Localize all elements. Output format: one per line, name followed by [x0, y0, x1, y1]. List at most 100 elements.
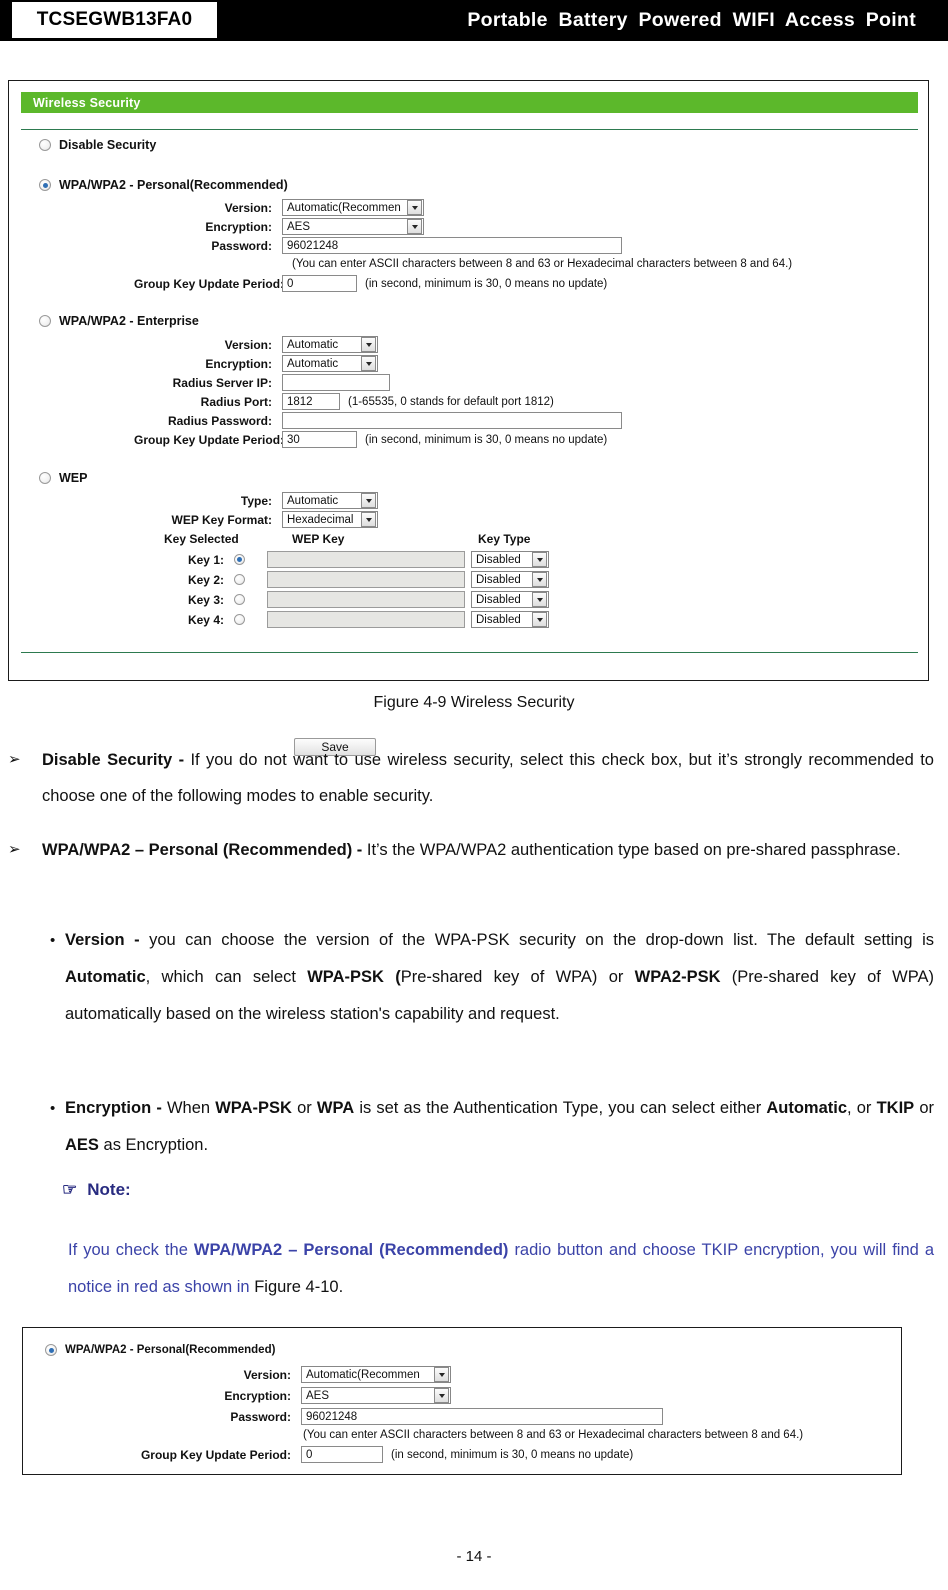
label-wep-key-4: Key 4:	[187, 612, 224, 627]
radio-group-wpa-personal[interactable]: WPA/WPA2 - Personal(Recommended)	[39, 178, 288, 192]
select-personal-encryption[interactable]: AES	[282, 218, 424, 235]
input-wep-key-4[interactable]	[267, 611, 465, 628]
radio-disable-security-icon[interactable]	[39, 139, 51, 151]
bold-automatic: Automatic	[65, 968, 146, 986]
text-wpa-personal: It’s the WPA/WPA2 authentication type ba…	[366, 841, 901, 859]
radio-disable-security-label: Disable Security	[59, 138, 157, 152]
radio-group-wep[interactable]: WEP	[39, 471, 87, 485]
dot-bullet-icon-1: •	[50, 932, 56, 949]
input-personal-gkup[interactable]: 0	[282, 275, 357, 292]
table-row: Key 2: Disabled	[134, 571, 549, 588]
select-wep-key-2-type[interactable]: Disabled	[471, 571, 549, 588]
input-wep-key-1[interactable]	[267, 551, 465, 568]
radio-wpa-enterprise-icon[interactable]	[39, 315, 51, 327]
radio-wep-key-4-icon[interactable]	[234, 614, 245, 625]
row-wep-key-format: WEP Key Format: Hexadecimal	[134, 511, 378, 528]
select-fig2-version-value: Automatic(Recommen	[306, 1368, 420, 1381]
label-wep-key-format: WEP Key Format:	[171, 512, 272, 527]
row-personal-encryption: Encryption: AES	[134, 218, 424, 235]
label-fig2-gkup: Group Key Update Period:	[140, 1447, 291, 1462]
select-wep-key-1-type[interactable]: Disabled	[471, 551, 549, 568]
input-personal-password[interactable]: 96021248	[282, 237, 622, 254]
select-wep-key-4-type[interactable]: Disabled	[471, 611, 549, 628]
label-wep-key-1: Key 1:	[187, 552, 224, 567]
text-encryption-b: or	[291, 1099, 317, 1117]
select-fig2-version[interactable]: Automatic(Recommen	[301, 1366, 451, 1383]
radio-wep-key-1-icon[interactable]	[234, 554, 245, 565]
select-enterprise-encryption[interactable]: Automatic	[282, 355, 378, 372]
row-fig2-encryption: Encryption: AES	[123, 1387, 451, 1404]
select-enterprise-version[interactable]: Automatic	[282, 336, 378, 353]
row-enterprise-version: Version: Automatic	[134, 336, 378, 353]
select-wep-key-format[interactable]: Hexadecimal	[282, 511, 378, 528]
text-encryption-f: as Encryption.	[98, 1136, 209, 1154]
input-fig2-password[interactable]: 96021248	[301, 1408, 663, 1425]
chevron-down-icon[interactable]	[532, 612, 547, 627]
chevron-down-icon[interactable]	[361, 337, 376, 352]
row-enterprise-encryption: Encryption: Automatic	[134, 355, 378, 372]
chevron-down-icon[interactable]	[434, 1367, 449, 1382]
label-wep-key-3: Key 3:	[187, 592, 224, 607]
input-enterprise-radius-password[interactable]	[282, 412, 622, 429]
label-enterprise-radius-port: Radius Port:	[200, 394, 272, 409]
input-enterprise-radius-port[interactable]: 1812	[282, 393, 340, 410]
bold-aes: AES	[65, 1136, 99, 1154]
radio-wep-key-3-icon[interactable]	[234, 594, 245, 605]
table-row: Key 1: Disabled	[134, 551, 549, 568]
chevron-down-icon[interactable]	[407, 200, 422, 215]
radio-group-disable-security[interactable]: Disable Security	[39, 138, 156, 152]
chevron-down-icon[interactable]	[407, 219, 422, 234]
radio-wep-key-2-icon[interactable]	[234, 574, 245, 585]
radio-wpa-personal-icon[interactable]	[39, 179, 51, 191]
input-enterprise-gkup[interactable]: 30	[282, 431, 357, 448]
text-version-c: Pre-shared key of WPA) or	[400, 968, 635, 986]
row-wep-type: Type: Automatic	[134, 492, 378, 509]
chevron-down-icon[interactable]	[361, 512, 376, 527]
bold-wpa2-psk: WPA2-PSK	[634, 968, 721, 986]
table-row: Key 4: Disabled	[134, 611, 549, 628]
label-enterprise-radius-ip: Radius Server IP:	[172, 375, 272, 390]
chevron-down-icon[interactable]	[532, 592, 547, 607]
radio-group-wpa-enterprise[interactable]: WPA/WPA2 - Enterprise	[39, 314, 199, 328]
select-wep-key-1-type-value: Disabled	[476, 553, 521, 566]
label-personal-password: Password:	[211, 238, 272, 253]
panel-title-bar: Wireless Security	[21, 92, 918, 113]
input-wep-key-3[interactable]	[267, 591, 465, 608]
select-wep-key-3-type[interactable]: Disabled	[471, 591, 549, 608]
select-fig2-encryption[interactable]: AES	[301, 1387, 451, 1404]
note-label: Note:	[87, 1180, 131, 1199]
term-encryption: Encryption -	[65, 1099, 167, 1117]
label-personal-gkup: Group Key Update Period:	[134, 276, 285, 291]
row-enterprise-radius-password: Radius Password:	[134, 412, 622, 429]
chevron-down-icon[interactable]	[361, 493, 376, 508]
chevron-down-icon[interactable]	[361, 356, 376, 371]
chevron-down-icon[interactable]	[532, 552, 547, 567]
chevron-down-icon[interactable]	[532, 572, 547, 587]
row-fig2-password: Password: 96021248	[123, 1408, 663, 1425]
chevron-down-icon[interactable]	[434, 1388, 449, 1403]
select-personal-version[interactable]: Automatic(Recommen	[282, 199, 424, 216]
header-model-badge: TCSEGWB13FA0	[12, 2, 217, 38]
select-enterprise-version-value: Automatic	[287, 338, 339, 351]
select-wep-type[interactable]: Automatic	[282, 492, 378, 509]
label-fig2-password: Password:	[230, 1409, 291, 1424]
text-version-b: , which can select	[145, 968, 308, 986]
input-wep-key-2[interactable]	[267, 571, 465, 588]
radio-group-wpa-personal-fig2[interactable]: WPA/WPA2 - Personal(Recommended)	[45, 1344, 275, 1356]
select-wep-key-format-value: Hexadecimal	[287, 513, 354, 526]
text-version-a: you can choose the version of the WPA-PS…	[149, 931, 934, 949]
row-fig2-gkup: Group Key Update Period: 0 (in second, m…	[123, 1446, 633, 1463]
radio-wep-icon[interactable]	[39, 472, 51, 484]
column-header-wep-key: WEP Key	[292, 532, 345, 546]
input-enterprise-radius-ip[interactable]	[282, 374, 390, 391]
note-heading: ☞ Note:	[62, 1180, 131, 1200]
dot-bullet-icon-2: •	[50, 1100, 56, 1117]
hint-personal-password: (You can enter ASCII characters between …	[292, 258, 793, 270]
input-fig2-gkup[interactable]: 0	[301, 1446, 383, 1463]
select-wep-type-value: Automatic	[287, 494, 339, 507]
row-enterprise-radius-ip: Radius Server IP:	[134, 374, 390, 391]
bold-tkip: TKIP	[876, 1099, 915, 1117]
page-header: Portable Battery Powered WIFI Access Poi…	[0, 0, 948, 41]
note-text-a: If you check the	[68, 1241, 194, 1259]
radio-wpa-personal-fig2-icon[interactable]	[45, 1344, 57, 1356]
